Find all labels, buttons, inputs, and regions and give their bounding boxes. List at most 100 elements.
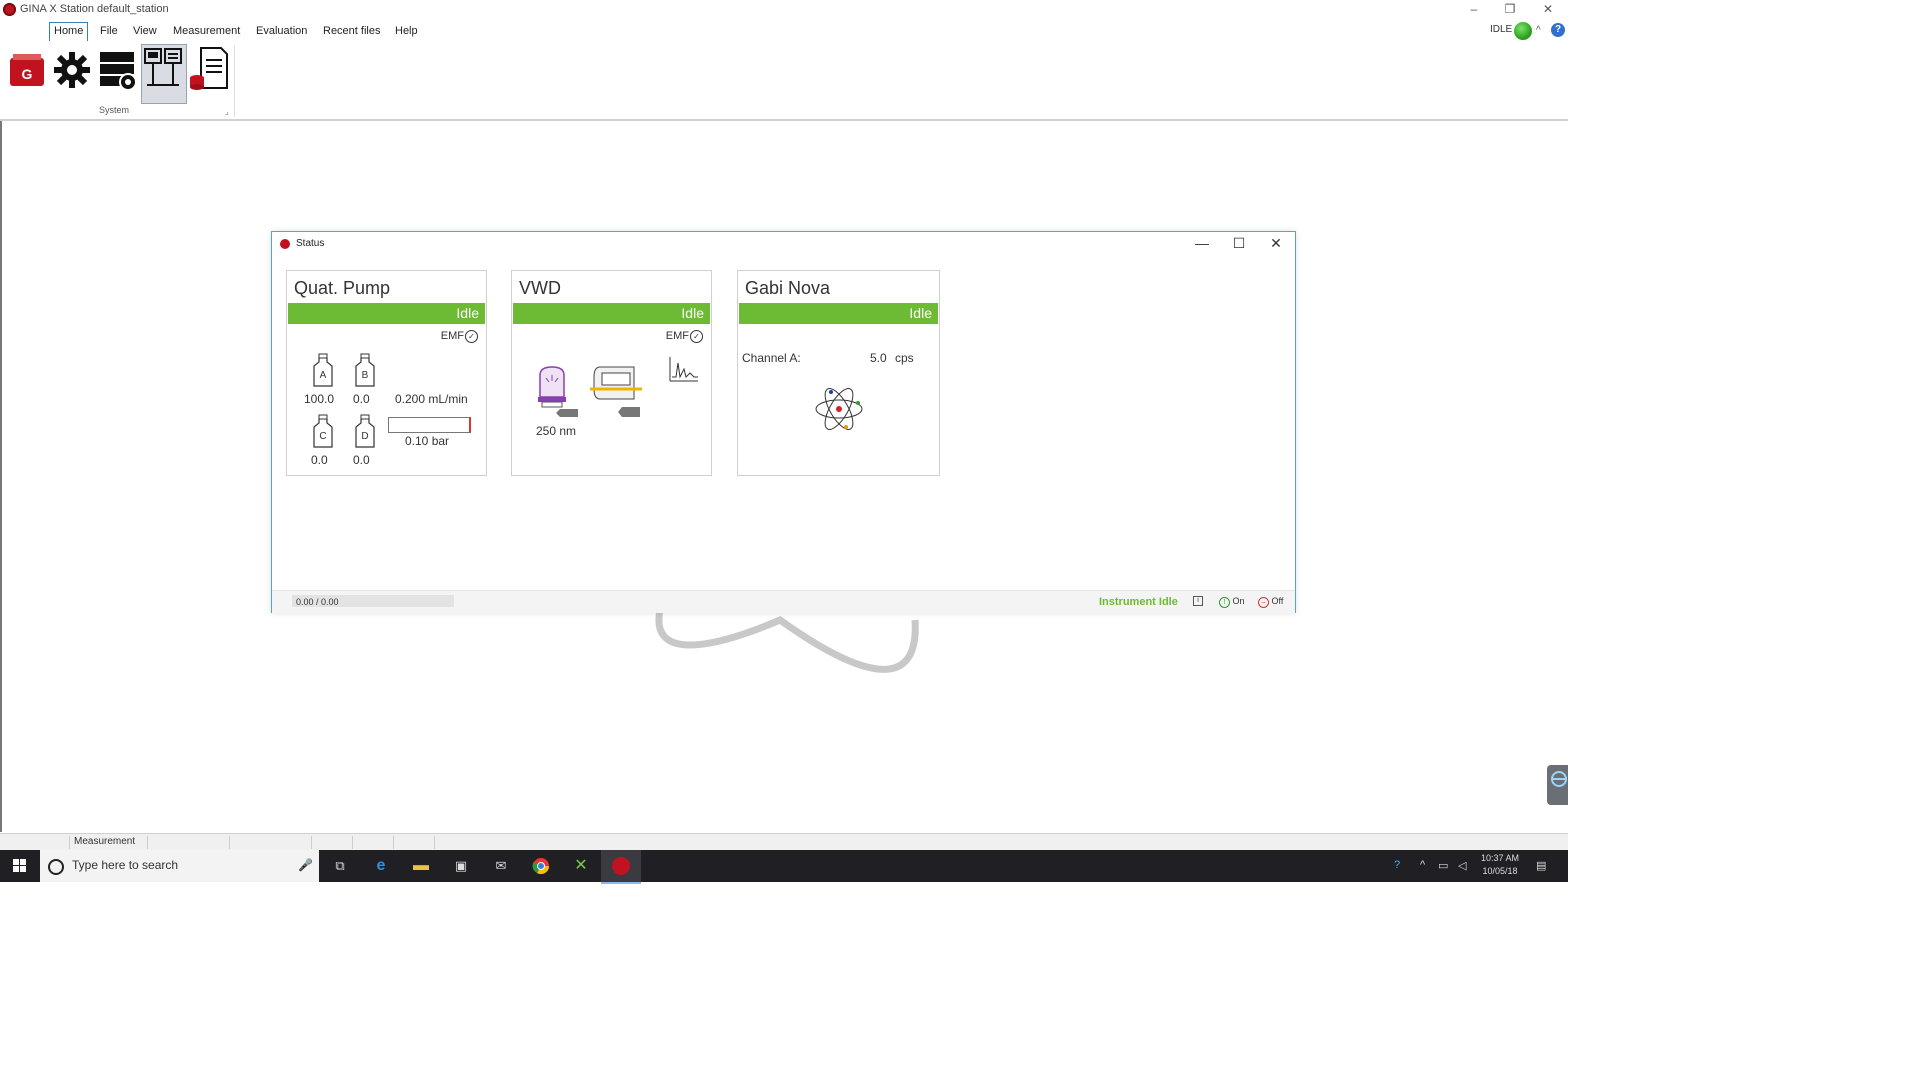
on-button[interactable]: ! On [1219, 596, 1245, 608]
chrome-icon[interactable] [521, 850, 561, 882]
side-panel-tab[interactable] [1547, 765, 1568, 805]
pump-flow: 0.200 mL/min [395, 392, 468, 406]
bottle-d-value: 0.0 [353, 453, 370, 467]
emf-check-icon: ✓ [465, 330, 478, 343]
vwd-emf: EMF ✓ [666, 330, 703, 343]
status-divider [393, 836, 394, 849]
menu-evaluation[interactable]: Evaluation [252, 23, 311, 39]
help-icon[interactable]: ? [1551, 23, 1565, 37]
status-monitor-button[interactable] [141, 44, 187, 104]
edge-icon[interactable]: e [361, 850, 401, 882]
taskbar-clock[interactable]: 10:37 AM 10/05/18 [1480, 852, 1520, 878]
start-button[interactable] [0, 850, 40, 882]
gabi-channel-label: Channel A: [742, 351, 801, 365]
menu-bar: Home File View Measurement Evaluation Re… [0, 20, 1568, 41]
status-divider [311, 836, 312, 849]
bottle-b-value: 0.0 [353, 392, 370, 406]
status-window-title: Status [296, 238, 325, 249]
window-title: GINA X Station default_station [20, 3, 169, 15]
system-group-label: System [99, 105, 130, 115]
gabi-card[interactable]: Gabi Nova Idle Channel A: 5.0 cps [737, 270, 940, 476]
ribbon: G System ⌟ [0, 41, 1568, 121]
gina-button[interactable]: G [4, 44, 48, 102]
emf-check-icon: ✓ [690, 330, 703, 343]
status-divider [229, 836, 230, 849]
menu-recent-files[interactable]: Recent files [319, 23, 384, 39]
notifications-icon[interactable]: ▤ [1536, 859, 1546, 872]
status-window: Status — ☐ ✕ Quat. Pump Idle EMF ✓ A 100.… [271, 231, 1296, 613]
instrument-config-icon [100, 52, 137, 91]
status-divider [69, 836, 70, 849]
settings-button[interactable] [50, 44, 94, 102]
status-monitor-icon [144, 48, 182, 86]
task-view-icon[interactable]: ⧉ [320, 850, 360, 882]
info-icon[interactable]: i [1193, 596, 1203, 606]
volume-icon[interactable]: ◁ [1458, 859, 1466, 872]
instrument-state-text: Instrument Idle [1099, 596, 1178, 608]
gina-taskbar-icon[interactable] [601, 850, 641, 884]
gabi-status-bar: Idle [739, 303, 938, 324]
ribbon-separator [234, 45, 235, 117]
status-mode-text: Measurement [74, 836, 136, 847]
file-explorer-icon[interactable]: ▬ [401, 850, 441, 882]
search-placeholder: Type here to search [72, 858, 179, 872]
clock-date: 10/05/18 [1482, 866, 1518, 876]
bottle-c-icon: C [313, 414, 333, 448]
taskbar-search[interactable]: Type here to search 🎤 [40, 850, 319, 882]
audit-trail-button[interactable] [187, 44, 231, 102]
gabi-channel-value: 5.0 [870, 351, 887, 365]
instrument-config-button[interactable] [96, 44, 140, 102]
status-divider [352, 836, 353, 849]
vwd-status-text: Idle [681, 305, 704, 321]
pump-status-text: Idle [456, 305, 479, 321]
settings-icon [54, 52, 90, 88]
svg-text:G: G [22, 66, 33, 82]
vwd-card[interactable]: VWD Idle EMF ✓ 250 nm [511, 270, 712, 476]
status-led-icon [1514, 22, 1532, 40]
gabi-channel-unit: cps [895, 351, 914, 365]
bottle-c-value: 0.0 [311, 453, 328, 467]
store-icon[interactable]: ▣ [441, 850, 481, 882]
system-state-text: IDLE [1490, 24, 1513, 35]
status-close-button[interactable]: ✕ [1266, 235, 1286, 252]
menu-home[interactable]: Home [49, 22, 89, 41]
pump-title: Quat. Pump [294, 278, 391, 298]
pump-emf: EMF ✓ [441, 330, 478, 343]
help-tray-icon[interactable]: ? [1394, 859, 1400, 871]
pump-card[interactable]: Quat. Pump Idle EMF ✓ A 100.0 B 0.0 0.200… [286, 270, 487, 476]
windows-logo-icon [13, 859, 26, 872]
audit-trail-icon [190, 47, 228, 90]
status-footer: 0.00 / 0.00 Instrument Idle i ! On – Off [272, 590, 1295, 613]
close-button[interactable]: ✕ [1530, 1, 1566, 17]
menu-file[interactable]: File [96, 23, 122, 39]
status-minimize-button[interactable]: — [1192, 235, 1212, 251]
tray-chevron-icon[interactable]: ^ [1420, 859, 1425, 871]
pump-status-bar: Idle [288, 303, 485, 324]
title-bar: GINA X Station default_station – ❐ ✕ [0, 0, 1568, 20]
chromatogram-icon [669, 357, 698, 382]
group-launcher-icon[interactable]: ⌟ [225, 107, 229, 116]
excel-icon[interactable]: ✕ [561, 850, 601, 882]
flow-cell-icon [590, 366, 642, 417]
vwd-wavelength: 250 nm [536, 424, 577, 438]
off-button[interactable]: – Off [1258, 596, 1283, 608]
status-divider [147, 836, 148, 849]
radiation-atom-icon [815, 388, 863, 430]
bottle-a-icon: A [313, 353, 333, 387]
menu-measurement[interactable]: Measurement [169, 23, 244, 39]
restore-button[interactable]: ❐ [1492, 1, 1528, 17]
vwd-status-bar: Idle [513, 303, 710, 324]
collapse-ribbon-icon[interactable]: ^ [1536, 25, 1541, 36]
background-logo-swoosh [655, 609, 919, 673]
bottle-a-value: 100.0 [304, 392, 335, 406]
menu-view[interactable]: View [129, 23, 161, 39]
minimize-button[interactable]: – [1456, 1, 1492, 17]
progress-text: 0.00 / 0.00 [296, 597, 339, 607]
bottle-a-letter: A [320, 370, 327, 381]
vwd-title: VWD [519, 278, 561, 298]
menu-help[interactable]: Help [391, 23, 422, 39]
status-maximize-button[interactable]: ☐ [1229, 235, 1249, 252]
microphone-icon[interactable]: 🎤 [298, 858, 313, 872]
network-icon[interactable]: ▭ [1438, 859, 1448, 872]
mail-icon[interactable]: ✉ [481, 850, 521, 882]
